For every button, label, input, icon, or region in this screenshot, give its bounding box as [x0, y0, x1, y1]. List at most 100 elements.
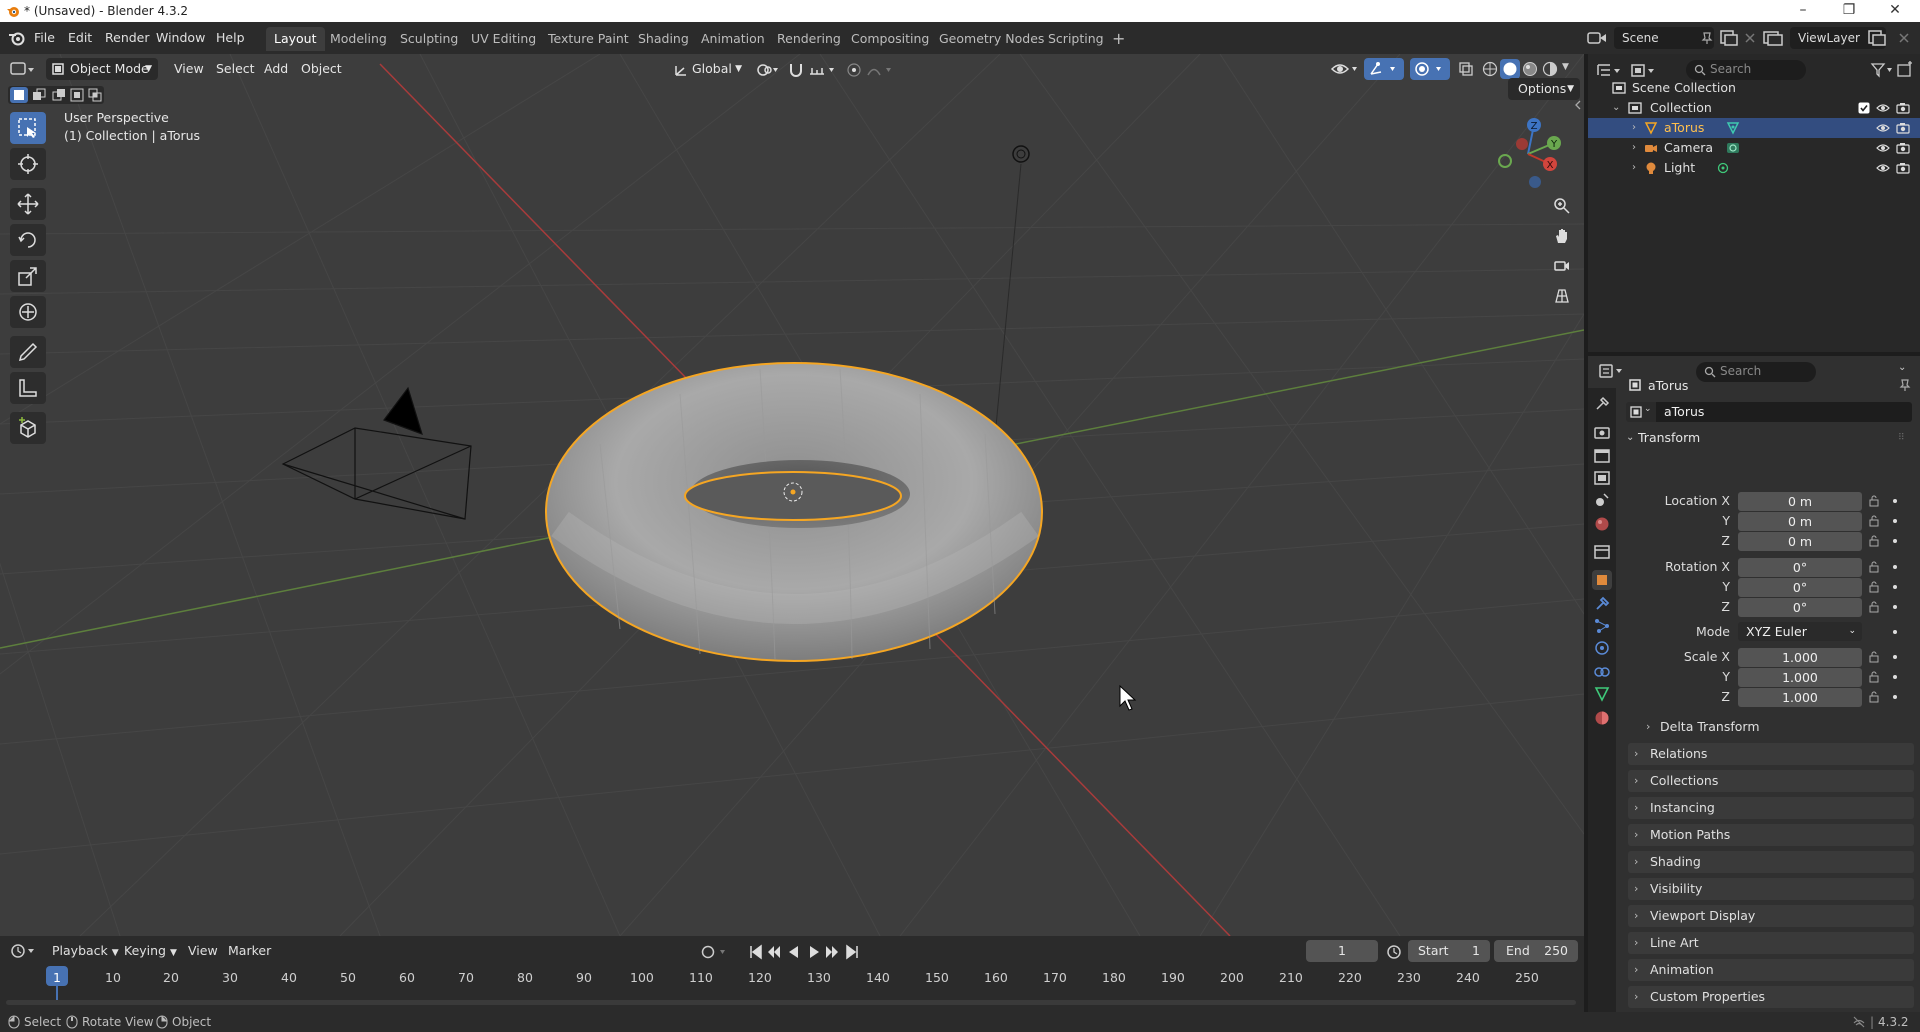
view-layer-icon[interactable] — [1762, 28, 1788, 48]
outliner-item-light[interactable]: › Light — [1588, 158, 1920, 178]
location-z-field[interactable]: 0 m — [1738, 532, 1862, 551]
particles-tab-icon[interactable] — [1592, 616, 1612, 636]
prev-keyframe-icon[interactable] — [766, 944, 782, 960]
material-tab-icon[interactable] — [1592, 708, 1612, 728]
select-subtract-icon[interactable] — [52, 88, 66, 102]
move-tool[interactable] — [10, 188, 46, 220]
location-y-field[interactable]: 0 m — [1738, 512, 1862, 531]
outliner-search-input[interactable]: Search — [1686, 60, 1806, 80]
rotation-x-field[interactable]: 0° — [1738, 558, 1862, 577]
material-preview-icon[interactable] — [1522, 61, 1538, 77]
shading-options-icon[interactable]: ▼ — [1562, 62, 1569, 72]
perspective-toggle-button[interactable] — [1548, 282, 1576, 310]
world-tab-icon[interactable] — [1592, 514, 1612, 534]
keyframe-dot-icon[interactable] — [1889, 601, 1901, 613]
rotate-tool[interactable] — [10, 224, 46, 256]
add-workspace-button[interactable]: + — [1104, 27, 1133, 51]
camera-object[interactable] — [281, 386, 472, 520]
lock-icon[interactable] — [1868, 515, 1880, 527]
solid-shading-button[interactable] — [1500, 59, 1520, 79]
filter-icon[interactable] — [1870, 62, 1894, 78]
render-camera-icon[interactable] — [1896, 102, 1910, 114]
eye-icon[interactable] — [1876, 122, 1890, 134]
panel-relations[interactable]: › Relations — [1628, 743, 1914, 765]
start-frame-field[interactable]: Start 1 — [1408, 940, 1490, 962]
minimize-button[interactable]: – — [1780, 0, 1826, 22]
panel-motion-paths[interactable]: › Motion Paths — [1628, 824, 1914, 846]
pin-icon[interactable] — [1898, 378, 1912, 392]
preview-range-icon[interactable] — [1386, 944, 1402, 960]
keyframe-dot-icon[interactable] — [1889, 581, 1901, 593]
expand-chevron-icon[interactable]: › — [1632, 138, 1636, 158]
viewport-menu-select[interactable]: Select — [210, 58, 261, 80]
tab-scripting[interactable]: Scripting — [1040, 27, 1112, 51]
tab-geometry-nodes[interactable]: Geometry Nodes — [931, 27, 1052, 51]
auto-keying-icon[interactable] — [700, 944, 730, 960]
object-tab-active[interactable] — [1592, 570, 1612, 590]
play-reverse-icon[interactable] — [786, 944, 802, 960]
panel-instancing[interactable]: › Instancing — [1628, 797, 1914, 819]
delete-view-layer-icon[interactable] — [1896, 30, 1912, 46]
next-keyframe-icon[interactable] — [824, 944, 840, 960]
viewport-menu-view[interactable]: View — [168, 58, 210, 80]
tab-animation[interactable]: Animation — [693, 27, 773, 51]
render-camera-icon[interactable] — [1896, 142, 1910, 154]
tab-rendering[interactable]: Rendering — [769, 27, 849, 51]
scale-x-field[interactable]: 1.000 — [1738, 648, 1862, 667]
select-box-tool[interactable] — [10, 112, 46, 144]
playback-dropdown[interactable]: Playback ▼ — [46, 941, 125, 961]
keyframe-dot-icon[interactable] — [1889, 561, 1901, 573]
camera-data-icon[interactable] — [1726, 141, 1740, 155]
output-tab-icon[interactable] — [1592, 446, 1612, 466]
expand-chevron-icon[interactable]: › — [1632, 158, 1636, 178]
render-camera-icon[interactable] — [1896, 122, 1910, 134]
viewport-menu-object[interactable]: Object — [295, 58, 348, 80]
transform-orientation-dropdown[interactable]: Global ▼ — [670, 58, 746, 80]
panel-viewport-display[interactable]: › Viewport Display — [1628, 905, 1914, 927]
keyframe-dot-icon[interactable] — [1889, 651, 1901, 663]
jump-end-icon[interactable] — [844, 944, 860, 960]
select-extend-icon[interactable] — [32, 88, 46, 102]
timeline-editor-type-icon[interactable] — [10, 942, 38, 960]
annotate-tool[interactable] — [10, 336, 46, 368]
overlays-toggle-button[interactable] — [1410, 58, 1450, 80]
proportional-editing-icon[interactable] — [846, 62, 862, 78]
delta-transform-subpanel[interactable]: › Delta Transform — [1640, 717, 1914, 737]
panel-visibility[interactable]: › Visibility — [1628, 878, 1914, 900]
rotation-z-field[interactable]: 0° — [1738, 598, 1862, 617]
keyframe-dot-icon[interactable] — [1889, 626, 1901, 638]
keyframe-dot-icon[interactable] — [1889, 671, 1901, 683]
new-collection-icon[interactable] — [1896, 61, 1914, 79]
tab-uv-editing[interactable]: UV Editing — [463, 27, 544, 51]
new-view-layer-icon[interactable] — [1866, 28, 1888, 48]
checkbox-icon[interactable] — [1858, 102, 1870, 114]
lock-icon[interactable] — [1868, 495, 1880, 507]
falloff-icon[interactable] — [866, 62, 896, 78]
keyframe-dot-icon[interactable] — [1889, 495, 1901, 507]
outliner-item-camera[interactable]: › Camera — [1588, 138, 1920, 158]
properties-options-icon[interactable]: ⌄ — [1898, 362, 1906, 373]
add-cube-tool[interactable] — [10, 412, 46, 444]
lock-icon[interactable] — [1868, 581, 1880, 593]
gizmo-toggle-button[interactable] — [1364, 58, 1404, 80]
current-frame-field[interactable]: 1 — [1306, 940, 1378, 962]
outliner-collection-row[interactable]: ⌄ Collection — [1588, 98, 1920, 118]
outliner-item-atorus[interactable]: › aTorus — [1588, 118, 1920, 138]
eye-icon[interactable] — [1876, 162, 1890, 174]
transform-tool[interactable] — [10, 296, 46, 328]
panel-animation[interactable]: › Animation — [1628, 959, 1914, 981]
menu-edit[interactable]: Edit — [62, 28, 98, 48]
lock-icon[interactable] — [1868, 561, 1880, 573]
menu-render[interactable]: Render — [99, 28, 156, 48]
panel-shading[interactable]: › Shading — [1628, 851, 1914, 873]
scale-y-field[interactable]: 1.000 — [1738, 668, 1862, 687]
pivot-point-icon[interactable] — [756, 62, 780, 78]
wireframe-shading-icon[interactable] — [1482, 61, 1498, 77]
select-invert-icon[interactable] — [70, 88, 84, 102]
keyframe-dot-icon[interactable] — [1889, 515, 1901, 527]
properties-editor-type-icon[interactable] — [1598, 362, 1626, 380]
object-name-field[interactable]: aTorus — [1656, 402, 1912, 422]
new-scene-icon[interactable] — [1718, 28, 1740, 48]
pin-icon[interactable] — [1700, 31, 1714, 45]
tool-tab-icon[interactable] — [1592, 394, 1612, 414]
